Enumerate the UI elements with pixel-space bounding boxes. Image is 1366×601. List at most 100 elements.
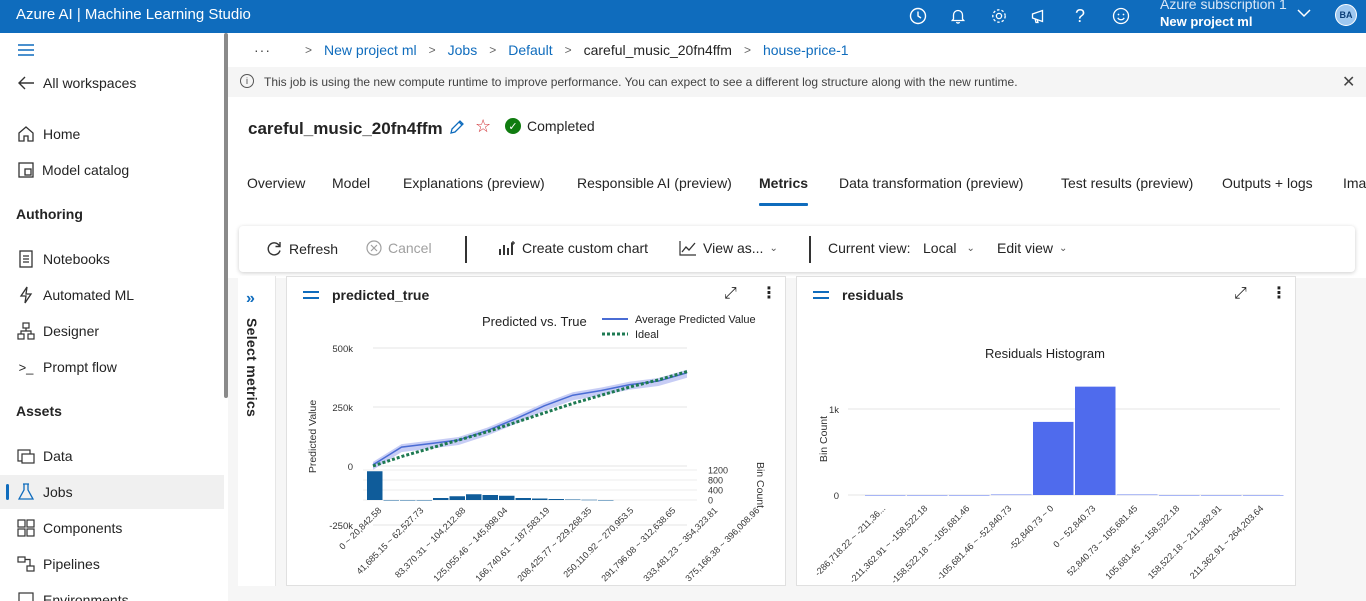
x-tick-label: -158,522.18 ~ -105,681.46 [889, 503, 971, 585]
megaphone-icon[interactable] [1027, 4, 1051, 28]
breadcrumb-jobs[interactable]: Jobs [448, 42, 478, 58]
assets-section-title: Assets [16, 403, 62, 419]
y-tick-label: -250k [329, 521, 353, 532]
y-tick-label: 1k [829, 405, 839, 416]
sidebar-item-label: Notebooks [43, 251, 110, 267]
clock-icon[interactable] [906, 4, 930, 28]
bell-icon[interactable] [946, 4, 970, 28]
sidebar: All workspaces Home Model catalog Author… [0, 33, 228, 601]
chart-card-residuals: residuals ⤢ ⋮ Residuals Histogram 1k 0 Bin … [796, 276, 1296, 586]
sidebar-item-jobs[interactable]: Jobs [0, 475, 224, 509]
tab-model[interactable]: Model [332, 175, 370, 191]
sidebar-item-prompt-flow[interactable]: >_ Prompt flow [0, 350, 224, 384]
histogram-bar [1243, 495, 1284, 496]
sidebar-item-components[interactable]: Components [0, 511, 224, 545]
y-tick-label: 0 [834, 491, 839, 502]
x-tick-label: 125,055.46 ~ 145,898.04 [431, 505, 509, 583]
breadcrumb-experiment[interactable]: Default [508, 42, 552, 58]
chevron-down-icon[interactable] [1296, 5, 1312, 24]
residuals-chart: Residuals Histogram 1k 0 Bin Count -286,718.… [813, 346, 1284, 586]
bin-count-bar [449, 496, 465, 500]
x-tick-label: -211,362.91 ~ -158,522.18 [848, 503, 930, 585]
histogram-bar [1201, 495, 1242, 496]
sidebar-item-pipelines[interactable]: Pipelines [0, 547, 224, 581]
tab-overview[interactable]: Overview [247, 175, 305, 191]
sidebar-item-designer[interactable]: Designer [0, 314, 224, 348]
view-as-dropdown[interactable]: View as... ⌄ [679, 240, 778, 256]
view-as-label: View as... [703, 240, 764, 256]
pencil-icon[interactable] [448, 118, 466, 139]
refresh-button[interactable]: Refresh [265, 240, 338, 258]
sidebar-item-environments[interactable]: Environments [0, 583, 224, 601]
x-tick-label: 291,796.08 ~ 312,638.65 [599, 505, 677, 583]
y2-axis-label: Bin Count [754, 462, 766, 508]
x-tick-label: 158,522.18 ~ 211,362.91 [1146, 503, 1224, 581]
select-metrics-label: Select metrics [244, 318, 260, 418]
chevron-right-icon: > [564, 43, 572, 57]
sidebar-item-label: Environments [43, 592, 129, 601]
info-icon: i [240, 74, 254, 88]
double-chevron-right-icon[interactable]: » [246, 290, 255, 308]
create-custom-chart-button[interactable]: Create custom chart [498, 240, 648, 256]
sidebar-item-automated-ml[interactable]: Automated ML [0, 278, 224, 312]
create-chart-label: Create custom chart [522, 240, 649, 256]
edit-view-dropdown[interactable]: Edit view ⌄ [997, 240, 1067, 256]
gear-icon[interactable] [987, 4, 1011, 28]
bin-count-bar [565, 499, 581, 500]
flask-icon [16, 482, 36, 502]
breadcrumb-child-job[interactable]: house-price-1 [763, 42, 849, 58]
bin-count-bar [548, 499, 564, 500]
predicted-true-chart: Predicted vs. True Average Predicted Valu… [307, 314, 766, 583]
bin-count-bar [416, 500, 432, 501]
tab-test-results[interactable]: Test results (preview) [1061, 175, 1193, 191]
bin-count-bar [598, 500, 614, 501]
hamburger-menu[interactable] [0, 33, 224, 67]
sidebar-item-model-catalog[interactable]: Model catalog [0, 153, 224, 187]
avatar[interactable]: BA [1335, 4, 1357, 26]
current-view-dropdown[interactable]: Local ⌄ [923, 240, 975, 256]
sidebar-item-all-workspaces[interactable]: All workspaces [0, 66, 224, 100]
tab-outputs-logs[interactable]: Outputs + logs [1222, 175, 1313, 191]
toolbar-divider [465, 236, 467, 263]
tab-images[interactable]: Ima [1343, 175, 1366, 191]
chevron-down-icon: ⌄ [966, 242, 975, 254]
top-bar: Azure AI | Machine Learning Studio ? Azu… [0, 0, 1366, 33]
banner-text: This job is using the new compute runtim… [264, 75, 1018, 89]
close-icon[interactable]: ✕ [1342, 72, 1355, 92]
info-banner: i This job is using the new compute runt… [228, 67, 1366, 97]
sidebar-item-home[interactable]: Home [0, 117, 224, 151]
smiley-icon[interactable] [1109, 4, 1133, 28]
catalog-icon [16, 160, 36, 180]
breadcrumb-overflow[interactable]: ··· [254, 42, 271, 58]
x-tick-label: 0 ~ 52,840.73 [1051, 503, 1097, 549]
tab-data-transformation[interactable]: Data transformation (preview) [839, 175, 1023, 191]
sidebar-item-label: Jobs [43, 484, 73, 500]
x-tick-label: 52,840.73 ~ 105,681.45 [1065, 503, 1139, 577]
help-icon[interactable]: ? [1068, 4, 1092, 28]
sidebar-item-data[interactable]: Data [0, 439, 224, 473]
tab-explanations[interactable]: Explanations (preview) [403, 175, 545, 191]
sidebar-item-label: Data [43, 448, 73, 464]
sidebar-item-label: Pipelines [43, 556, 100, 572]
confidence-band [373, 369, 687, 470]
subscription-switcher[interactable]: Azure subscription 1 New project ml [1160, 0, 1287, 30]
histogram-bar [1159, 495, 1200, 496]
select-metrics-panel[interactable]: » Select metrics [238, 276, 276, 586]
x-tick-label: 166,740.61 ~ 187,583.19 [473, 505, 551, 583]
cancel-button[interactable]: Cancel [366, 240, 432, 256]
tab-metrics[interactable]: Metrics [759, 175, 809, 206]
chart-title: Predicted vs. True [482, 314, 587, 329]
tab-responsible-ai[interactable]: Responsible AI (preview) [577, 175, 732, 191]
y-axis-label: Bin Count [818, 416, 830, 462]
sidebar-item-label: Components [43, 520, 123, 536]
breadcrumb-job[interactable]: careful_music_20fn4ffm [584, 42, 732, 58]
star-icon[interactable]: ☆ [475, 116, 491, 137]
breadcrumb-project[interactable]: New project ml [324, 42, 417, 58]
app-title[interactable]: Azure AI | Machine Learning Studio [16, 6, 251, 23]
bin-count-bar [383, 500, 399, 501]
y-tick-label: 500k [332, 344, 353, 355]
sidebar-item-notebooks[interactable]: Notebooks [0, 242, 224, 276]
main-content: ··· > New project ml > Jobs > Default > … [228, 33, 1366, 601]
subscription-name: Azure subscription 1 [1160, 0, 1287, 12]
bin-count-bar [367, 471, 383, 500]
